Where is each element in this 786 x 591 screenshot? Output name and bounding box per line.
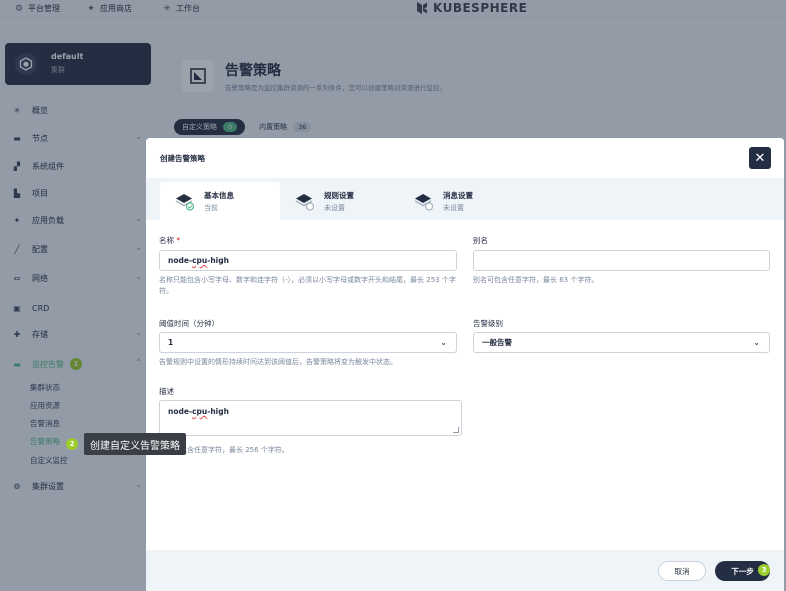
step-title: 消息设置 xyxy=(443,191,473,200)
step-status: 当前 xyxy=(204,204,218,212)
description-value-suffix: -high xyxy=(207,407,229,416)
resize-handle-icon[interactable] xyxy=(453,427,459,433)
severity-label: 告警级别 xyxy=(473,319,503,328)
rule-settings-step-icon xyxy=(295,194,314,211)
name-value-typo: cpu xyxy=(192,256,208,265)
name-label-text: 名称 xyxy=(159,236,174,245)
dialog-title: 创建告警策略 xyxy=(160,154,205,163)
severity-value: 一般告警 xyxy=(482,338,512,347)
step-status: 未设置 xyxy=(324,204,345,212)
step-title: 基本信息 xyxy=(204,191,234,200)
create-alert-policy-dialog: 创建告警策略 ✕ 基本信息 当前 规则设置 未设置 消息设置 未设置 名称 * … xyxy=(146,138,784,591)
name-field[interactable]: node-cpu -high xyxy=(159,250,457,271)
required-mark: * xyxy=(176,236,181,245)
cancel-button[interactable]: 取消 xyxy=(658,561,706,581)
alias-label: 别名 xyxy=(473,236,488,245)
dialog-header: 创建告警策略 ✕ xyxy=(146,138,784,178)
description-value-typo: cpu xyxy=(192,407,208,416)
basic-info-form: 名称 * node-cpu -high 名称只能包含小写字母、数字和连字符（-），… xyxy=(146,220,784,550)
tutorial-tooltip: 创建自定义告警策略 xyxy=(84,433,186,455)
threshold-select[interactable]: 1 ⌄ xyxy=(159,332,457,353)
name-value-prefix: node- xyxy=(168,256,193,265)
description-label: 描述 xyxy=(159,387,174,396)
step-title: 规则设置 xyxy=(324,191,354,200)
description-value-prefix: node- xyxy=(168,407,193,416)
step-rule-settings[interactable]: 规则设置 未设置 xyxy=(280,182,400,220)
chevron-down-icon: ⌄ xyxy=(753,338,760,347)
name-value-suffix: -high xyxy=(207,256,229,265)
name-hint: 名称只能包含小写字母、数字和连字符（-），必须以小写字母或数字开头和结尾，最长 … xyxy=(159,276,456,295)
wizard-steps: 基本信息 当前 规则设置 未设置 消息设置 未设置 xyxy=(146,178,784,220)
close-button[interactable]: ✕ xyxy=(749,147,771,169)
threshold-label: 阈值时间（分钟） xyxy=(159,319,219,328)
description-hint: 描述可包含任意字符，最长 256 个字符。 xyxy=(159,446,289,454)
dialog-footer: 取消 下一步 xyxy=(146,550,784,591)
step-status: 未设置 xyxy=(443,204,464,212)
description-textarea[interactable]: node-cpu-high xyxy=(159,400,462,436)
alias-hint: 别名可包含任意字符，最长 63 个字符。 xyxy=(473,276,599,284)
threshold-hint: 告警规则中设置的情形持续时间达到该阈值后，告警策略将变为触发中状态。 xyxy=(159,358,397,366)
step-basic-info[interactable]: 基本信息 当前 xyxy=(160,182,280,220)
close-icon: ✕ xyxy=(754,150,766,166)
step-message-settings[interactable]: 消息设置 未设置 xyxy=(399,182,519,220)
message-settings-step-icon xyxy=(414,194,433,211)
severity-select[interactable]: 一般告警 ⌄ xyxy=(473,332,770,353)
name-label: 名称 * xyxy=(159,235,180,246)
chevron-down-icon: ⌄ xyxy=(440,338,447,347)
threshold-value: 1 xyxy=(168,338,174,347)
alias-field[interactable] xyxy=(473,250,770,271)
callout-badge-3: 3 xyxy=(758,564,770,576)
callout-badge-2: 2 xyxy=(66,438,78,450)
basic-info-step-icon xyxy=(175,194,194,211)
